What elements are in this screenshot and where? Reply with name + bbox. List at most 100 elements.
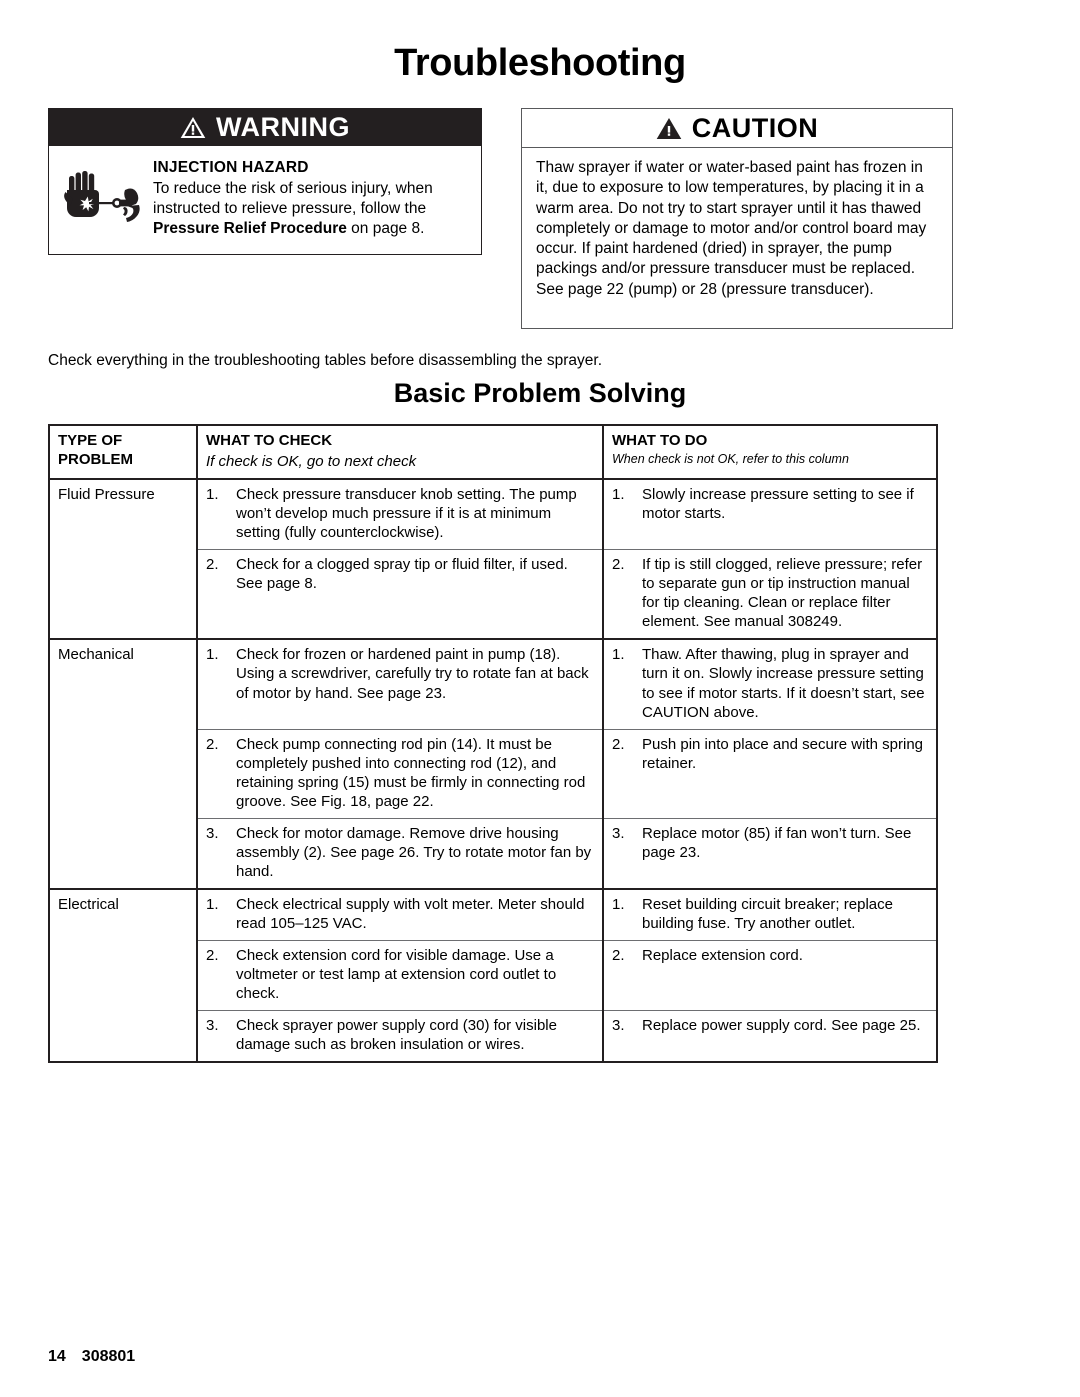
cell-problem-type: Mechanical [49, 638, 197, 730]
intro-text: Check everything in the troubleshooting … [48, 352, 603, 369]
cell-what-to-do: 1. Slowly increase pressure setting to se… [602, 478, 937, 550]
cell-what-to-check: 2. Check pump connecting rod pin (14). It… [196, 728, 603, 819]
table-body: Fluid Pressure 1. Check pressure transduce… [49, 478, 937, 1063]
cell-what-to-check: 3. Check for motor damage. Remove drive h… [196, 817, 603, 889]
cell-problem-type-continued [49, 729, 197, 818]
cell-what-to-check: 1. Check pressure transducer knob setting… [196, 478, 603, 550]
check-item-number: 2. [206, 735, 219, 753]
cell-problem-type-continued [49, 941, 197, 1011]
do-item-text: Thaw. After thawing, plug in sprayer and… [642, 646, 925, 721]
warning-triangle-icon [180, 116, 206, 139]
do-item-text: Push pin into place and secure with spri… [642, 735, 924, 772]
cell-what-to-check: 1. Check for frozen or hardened paint in … [196, 638, 603, 730]
check-item-text: Check pump connecting rod pin (14). It m… [236, 735, 586, 810]
warning-box: WARNING INJECTION HAZARD To reduce the r… [48, 108, 482, 255]
table-row: 2. Check for a clogged spray tip or fluid… [49, 549, 937, 640]
check-item-number: 1. [206, 646, 219, 664]
header-type-of-problem: TYPE OF PROBLEM [49, 425, 197, 481]
header-what-to-do: WHAT TO DO When check is not OK, refer t… [602, 425, 937, 481]
troubleshooting-table-wrapper: TYPE OF PROBLEM WHAT TO CHECK If check i… [48, 424, 938, 1064]
cell-what-to-do: 1. Thaw. After thawing, plug in sprayer a… [602, 638, 937, 730]
warning-body: INJECTION HAZARD To reduce the risk of s… [48, 146, 482, 255]
footer-page-number: 14 [48, 1348, 66, 1365]
table-row: Mechanical 1. Check for frozen or hardened… [49, 638, 937, 730]
warning-line-1: To reduce the risk of serious injury, wh… [153, 180, 433, 198]
cell-problem-type-continued [49, 818, 197, 889]
table-row: 3. Check for motor damage. Remove drive h… [49, 817, 937, 889]
do-item-text: Reset building circuit breaker; replace … [642, 895, 893, 932]
cell-problem-type: Electrical [49, 887, 197, 941]
page-footer: 14 308801 [48, 1348, 135, 1366]
cell-problem-type-continued [49, 550, 197, 640]
check-item-text: Check extension cord for visible damage.… [236, 947, 557, 1003]
table-row: 3. Check sprayer power supply cord (30) f… [49, 1010, 937, 1063]
table-header-row: TYPE OF PROBLEM WHAT TO CHECK If check i… [49, 425, 937, 481]
caution-label: CAUTION [691, 112, 819, 143]
warning-text: INJECTION HAZARD To reduce the risk of s… [153, 158, 467, 240]
do-item-number: 1. [612, 895, 625, 913]
pressure-relief-procedure-ref: Pressure Relief Procedure [153, 220, 347, 238]
table-row: 2. Check extension cord for visible damag… [49, 940, 937, 1011]
header-what-to-check-title: WHAT TO CHECK [206, 432, 333, 449]
table-row: 2. Check pump connecting rod pin (14). It… [49, 728, 937, 819]
hazard-title: INJECTION HAZARD [153, 159, 309, 176]
do-item-number: 3. [612, 824, 625, 842]
cell-problem-type: Fluid Pressure [49, 478, 197, 550]
warning-label: WARNING [216, 111, 350, 142]
check-item-text: Check electrical supply with volt meter.… [236, 895, 585, 932]
cell-what-to-check: 1. Check electrical supply with volt mete… [196, 887, 603, 941]
troubleshooting-table: TYPE OF PROBLEM WHAT TO CHECK If check i… [48, 424, 938, 1064]
do-item-number: 2. [612, 735, 625, 753]
header-what-to-check: WHAT TO CHECK If check is OK, go to next… [196, 425, 603, 481]
table-row: Electrical 1. Check electrical supply with… [49, 887, 937, 941]
cell-problem-type-continued [49, 1011, 197, 1063]
cell-what-to-do: 2. If tip is still clogged, relieve press… [602, 549, 937, 640]
do-item-number: 1. [612, 646, 625, 664]
header-type-of-problem-line2: PROBLEM [58, 451, 133, 469]
cell-what-to-check: 3. Check sprayer power supply cord (30) f… [196, 1010, 603, 1063]
cell-what-to-do: 3. Replace motor (85) if fan won’t turn. … [602, 817, 937, 889]
check-item-text: Check for motor damage. Remove drive hou… [236, 824, 592, 880]
do-item-text: Replace extension cord. [642, 947, 803, 965]
do-item-text: Replace motor (85) if fan won’t turn. Se… [642, 824, 912, 861]
do-item-number: 3. [612, 1017, 625, 1035]
caution-body-text: Thaw sprayer if water or water-based pai… [536, 159, 927, 298]
do-item-text: If tip is still clogged, relieve pressur… [642, 556, 923, 631]
cell-what-to-do: 2. Push pin into place and secure with sp… [602, 728, 937, 819]
check-item-number: 2. [206, 947, 219, 965]
injection-hazard-hand-spraygun-icon [63, 158, 141, 240]
table-head: TYPE OF PROBLEM WHAT TO CHECK If check i… [49, 425, 937, 481]
check-item-number: 3. [206, 824, 219, 842]
footer-manual-number: 308801 [81, 1348, 136, 1365]
check-item-text: Check for a clogged spray tip or fluid f… [236, 556, 568, 593]
check-item-number: 1. [206, 486, 219, 504]
cell-what-to-do: 2. Replace extension cord. [602, 940, 937, 1011]
warning-header-bar: WARNING [48, 108, 482, 146]
header-what-to-check-sub: If check is OK, go to next check [206, 453, 417, 471]
document-page: Troubleshooting WARNING INJECTION HAZARD… [0, 0, 1080, 1397]
header-what-to-do-sub: When check is not OK, refer to this colu… [612, 452, 849, 467]
cell-what-to-check: 2. Check for a clogged spray tip or fluid… [196, 549, 603, 640]
check-item-text: Check for frozen or hardened paint in pu… [236, 646, 589, 702]
warning-line-2: instructed to relieve pressure, follow t… [153, 200, 427, 218]
do-item-number: 2. [612, 556, 625, 574]
do-item-text: Slowly increase pressure setting to see … [642, 486, 914, 523]
section-heading: Basic Problem Solving [393, 378, 687, 408]
caution-triangle-icon [656, 117, 682, 140]
caution-header-bar: CAUTION [522, 109, 952, 148]
cell-what-to-check: 2. Check extension cord for visible damag… [196, 940, 603, 1011]
do-item-text: Replace power supply cord. See page 25. [642, 1017, 921, 1035]
warning-line-3-tail: on page 8. [346, 220, 425, 238]
check-item-number: 2. [206, 556, 219, 574]
table-row: Fluid Pressure 1. Check pressure transduce… [49, 478, 937, 550]
check-item-number: 3. [206, 1017, 219, 1035]
cell-what-to-do: 1. Reset building circuit breaker; replac… [602, 887, 937, 941]
page-title: Troubleshooting [394, 42, 686, 84]
header-type-of-problem-line1: TYPE OF [58, 432, 123, 449]
do-item-number: 2. [612, 947, 625, 965]
cell-what-to-do: 3. Replace power supply cord. See page 25… [602, 1010, 937, 1063]
caution-box: CAUTION Thaw sprayer if water or water-b… [521, 108, 953, 329]
check-item-number: 1. [206, 895, 219, 913]
header-what-to-do-title: WHAT TO DO [612, 432, 708, 449]
check-item-text: Check sprayer power supply cord (30) for… [236, 1017, 557, 1054]
